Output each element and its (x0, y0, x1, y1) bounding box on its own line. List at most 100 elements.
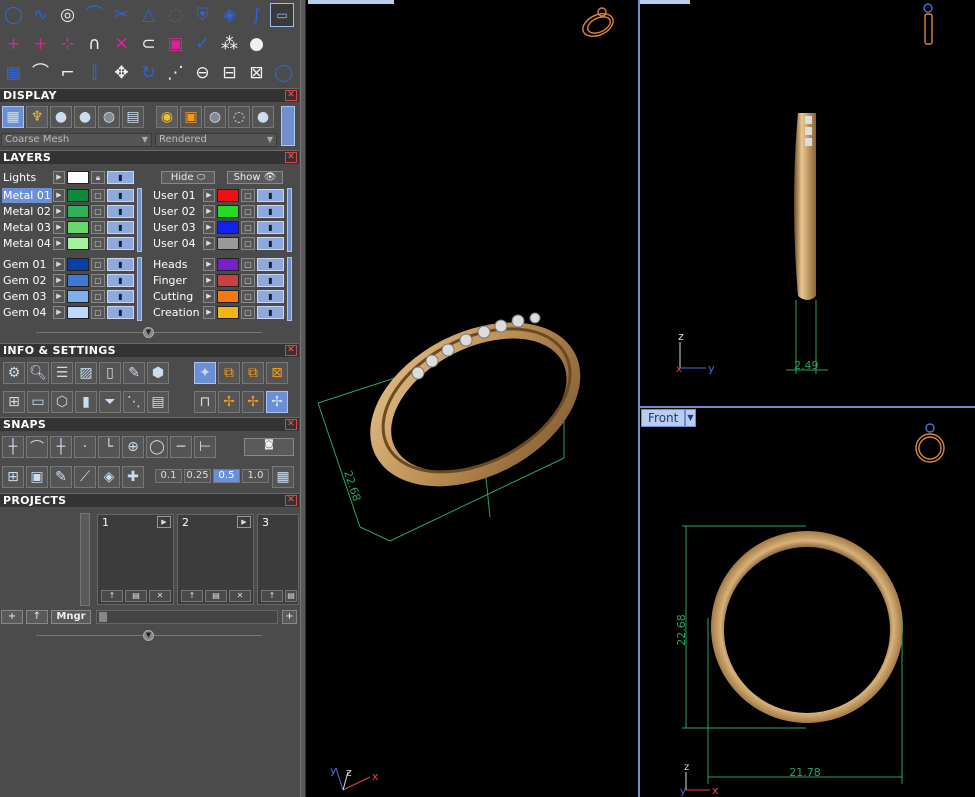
lock-icon[interactable]: ▢ (241, 274, 255, 287)
project-slider-thumb[interactable] (99, 612, 107, 622)
play-icon[interactable]: ▶ (203, 306, 215, 319)
close-icon[interactable]: ✕ (285, 90, 297, 101)
cubes-icon[interactable]: ▦ (0, 59, 27, 87)
layer-name[interactable]: User 03 (152, 220, 202, 235)
snap-grid-value[interactable]: 1.0 (242, 469, 269, 483)
play-icon[interactable]: ▶ (203, 189, 215, 202)
layer-color-swatch[interactable] (67, 189, 89, 202)
visibility-toggle[interactable]: ▮ (257, 290, 284, 303)
play-icon[interactable]: ▶ (53, 258, 65, 271)
layers-scroll-left-2[interactable] (137, 257, 142, 321)
box-icon[interactable]: ▨ (75, 362, 97, 384)
snap-circle-icon[interactable]: ◯ (146, 436, 168, 458)
cone-icon[interactable]: △ (135, 1, 162, 29)
layer-color-swatch[interactable] (217, 221, 239, 234)
view-grid-icon[interactable]: ⊞ (2, 466, 24, 488)
layer-color-swatch[interactable] (67, 306, 89, 319)
pen-icon[interactable]: ✎ (50, 466, 72, 488)
layer-row[interactable]: User 01 ▶ ▢ ▮ (150, 188, 290, 203)
close-icon[interactable]: ✕ (285, 419, 297, 430)
book-icon[interactable]: ▮ (75, 391, 97, 413)
upload-icon[interactable]: ↑ (101, 590, 123, 602)
lock-icon[interactable]: ▢ (91, 221, 105, 234)
phone-icon[interactable]: ▯ (99, 362, 121, 384)
hide-button[interactable]: Hide ⬭ (161, 171, 215, 184)
snap-grid-value[interactable]: 0.1 (155, 469, 182, 483)
lock-icon[interactable]: ▢ (91, 205, 105, 218)
profile-icon[interactable]: ∫ (243, 1, 270, 29)
lock-icon[interactable]: ▢ (91, 258, 105, 271)
upload-icon[interactable]: ↑ (181, 590, 203, 602)
layer-row[interactable]: Cutting ▶ ▢ ▮ (150, 289, 290, 304)
link-icon[interactable]: ⊂ (135, 30, 162, 58)
snap-end-icon[interactable]: ⊢ (194, 436, 216, 458)
monitor-icon[interactable]: ▭ (27, 391, 49, 413)
chain-icon[interactable]: ⊖ (189, 59, 216, 87)
layer-name[interactable]: Creation (152, 305, 202, 320)
project-slider-track[interactable] (96, 610, 278, 624)
projects-scrollbar[interactable] (80, 513, 90, 606)
add-slot-button[interactable]: + (282, 610, 297, 624)
ring-side-nav-icon[interactable] (923, 3, 933, 45)
globe-icon[interactable]: ◍ (98, 106, 120, 128)
lock-icon[interactable]: ▢ (241, 205, 255, 218)
add-point-center-icon[interactable]: + (27, 30, 54, 58)
layer-color-swatch[interactable] (67, 258, 89, 271)
play-icon[interactable]: ▶ (203, 205, 215, 218)
check-icon[interactable]: ✓ (189, 30, 216, 58)
layer-name[interactable]: User 01 (152, 188, 202, 203)
view-box-icon[interactable]: ▣ (26, 466, 48, 488)
play-icon[interactable]: ▶ (237, 516, 251, 528)
layer-name[interactable]: User 02 (152, 204, 202, 219)
document-icon[interactable]: ▤ (147, 391, 169, 413)
cube-outline-icon[interactable]: ⬡ (51, 391, 73, 413)
close-icon[interactable]: ✕ (285, 495, 297, 506)
lock-icon[interactable]: ▢ (241, 290, 255, 303)
bend-icon[interactable]: ⌒ (81, 1, 108, 29)
layer-row[interactable]: User 04 ▶ ▢ ▮ (150, 236, 290, 251)
project-slot-1[interactable]: 1 ▶ ↑ ▤ ✕ (97, 514, 174, 605)
render-mode-select[interactable]: Rendered ▼ (155, 133, 277, 147)
visibility-toggle[interactable]: ▮ (107, 290, 134, 303)
layer-name[interactable]: Heads (152, 257, 202, 272)
play-icon[interactable]: ▶ (203, 237, 215, 250)
play-icon[interactable]: ▶ (53, 274, 65, 287)
layer-color-swatch[interactable] (217, 205, 239, 218)
grid-icon[interactable]: ▤ (122, 106, 144, 128)
render-sphere-icon[interactable]: ◉ (156, 106, 178, 128)
layer-color-swatch[interactable] (217, 237, 239, 250)
perspective-viewport[interactable]: 22.68 y z x (308, 0, 638, 797)
panel-splitter[interactable] (300, 0, 306, 797)
frame-icon[interactable]: ⧉ (218, 362, 240, 384)
layer-color-swatch[interactable] (67, 290, 89, 303)
visibility-toggle[interactable]: ▮ (107, 189, 134, 202)
visibility-toggle[interactable]: ▮ (257, 306, 284, 319)
eye-snap-icon[interactable]: ◈ (98, 466, 120, 488)
visibility-toggle[interactable]: ▮ (107, 258, 134, 271)
layer-name[interactable]: Gem 03 (2, 289, 52, 304)
rail-icon[interactable]: ◌ (162, 1, 189, 29)
play-icon[interactable]: ▶ (203, 221, 215, 234)
play-icon[interactable]: ▶ (53, 189, 65, 202)
layer-color-swatch[interactable] (217, 290, 239, 303)
layer-name[interactable]: Metal 02 (2, 204, 52, 219)
visibility-toggle[interactable]: ▮ (257, 221, 284, 234)
layers-scroll-left[interactable] (137, 188, 142, 252)
lock-icon[interactable]: ▢ (241, 258, 255, 271)
snap-curve-icon[interactable]: ⌒ (26, 436, 48, 458)
layer-row[interactable]: Metal 04 ▶ ▢ ▮ (0, 236, 140, 251)
layer-color-swatch[interactable] (67, 274, 89, 287)
filter-icon[interactable]: ⏷ (99, 391, 121, 413)
lamp-icon[interactable]: ✦ (194, 362, 216, 384)
layer-row[interactable]: Gem 03 ▶ ▢ ▮ (0, 289, 140, 304)
layer-row[interactable]: Metal 02 ▶ ▢ ▮ (0, 204, 140, 219)
play-icon[interactable]: ▶ (157, 516, 171, 528)
transform-sel-icon[interactable]: ✢ (266, 391, 288, 413)
sphere-glossy-icon[interactable]: ● (74, 106, 96, 128)
visibility-toggle[interactable]: ▮ (107, 306, 134, 319)
insert-point-icon[interactable]: ⊹ (54, 30, 81, 58)
layer-row[interactable]: Finger ▶ ▢ ▮ (150, 273, 290, 288)
arc-icon[interactable]: ∩ (81, 30, 108, 58)
layer-name[interactable]: Metal 04 (2, 236, 52, 251)
curve-icon[interactable]: ∿ (27, 1, 54, 29)
